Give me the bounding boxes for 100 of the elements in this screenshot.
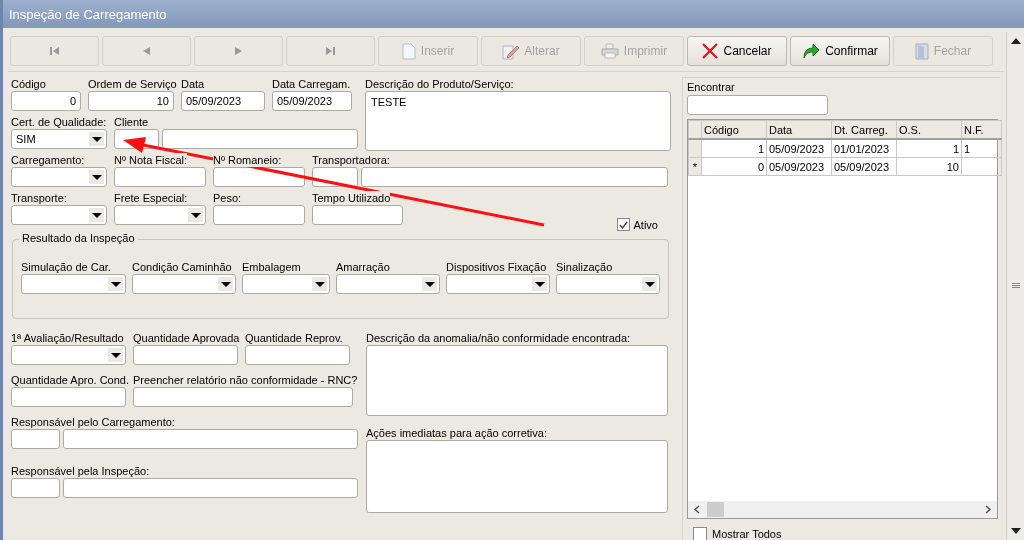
field-label: Transporte: — [11, 191, 67, 205]
input-field[interactable]: 05/09/2023 — [272, 91, 352, 111]
printer-icon — [600, 43, 619, 59]
toolbar-button[interactable]: Confirmar — [790, 36, 890, 66]
field-label: Embalagem — [242, 260, 301, 274]
dropdown[interactable] — [242, 274, 330, 294]
next-icon — [235, 47, 242, 55]
scroll-thumb[interactable] — [707, 502, 724, 517]
dropdown[interactable] — [336, 274, 440, 294]
first-record-icon — [50, 47, 59, 55]
field-label: Ordem de Serviço — [88, 77, 177, 91]
field-label: Sinalização — [556, 260, 613, 274]
field-label: Nº Nota Fiscal: — [114, 153, 188, 167]
document-icon — [401, 42, 416, 60]
dropdown[interactable] — [11, 167, 107, 187]
field-label: Ações imediatas para ação corretiva: — [366, 426, 547, 440]
column-header[interactable]: Dt. Carreg. — [831, 120, 897, 139]
input-field[interactable] — [63, 429, 358, 449]
previous-icon — [143, 47, 150, 55]
input-field[interactable] — [11, 387, 126, 407]
input-field[interactable]: 0 — [11, 91, 81, 111]
dropdown[interactable] — [556, 274, 660, 294]
scroll-right-icon[interactable] — [984, 505, 992, 514]
caret-icon — [89, 132, 104, 146]
caret-icon — [108, 277, 123, 291]
close-icon — [702, 43, 719, 59]
text-area[interactable] — [366, 345, 668, 416]
field-label: Transportadora: — [312, 153, 390, 167]
field-label: Quantidade Reprov. — [245, 331, 343, 345]
table-cell: 1 — [961, 139, 1002, 158]
input-field[interactable] — [312, 205, 403, 225]
column-header[interactable]: Data — [766, 120, 832, 139]
input-field[interactable] — [361, 167, 668, 187]
checkbox[interactable] — [693, 527, 707, 540]
door-icon — [914, 42, 929, 60]
scroll-down-icon[interactable] — [1010, 528, 1021, 534]
field-label: Preencher relatório não conformidade - RNC? — [133, 373, 358, 387]
text-area[interactable]: TESTE — [365, 91, 671, 151]
input-field[interactable] — [11, 478, 60, 498]
table-cell: 05/09/2023 — [831, 157, 897, 176]
input-field[interactable] — [162, 129, 358, 149]
scroll-up-icon[interactable] — [1010, 38, 1021, 44]
column-header[interactable]: Código — [701, 120, 767, 139]
input-field[interactable] — [133, 387, 353, 407]
column-header[interactable]: O.S. — [896, 120, 962, 139]
curved-arrow-icon — [802, 43, 821, 59]
table-cell: 01/01/2023 — [831, 139, 897, 158]
caret-icon — [312, 277, 327, 291]
field-label: Tempo Utilizado — [312, 191, 391, 205]
dropdown[interactable] — [132, 274, 236, 294]
caret-icon — [89, 170, 104, 184]
caret-icon — [108, 348, 123, 362]
checkbox-label: Mostrar Todos — [712, 528, 782, 540]
scroll-grip-icon[interactable] — [1011, 283, 1020, 289]
input-field[interactable] — [133, 345, 238, 365]
field-label: Dispositivos Fixação — [446, 260, 547, 274]
dropdown[interactable] — [21, 274, 126, 294]
dropdown[interactable] — [11, 205, 107, 225]
caret-icon — [532, 277, 547, 291]
input-field[interactable] — [213, 205, 305, 225]
field-label: Data — [181, 77, 205, 91]
dropdown[interactable] — [446, 274, 550, 294]
table-cell: 05/09/2023 — [766, 157, 832, 176]
pencil-icon — [502, 42, 520, 60]
field-label: Responsável pela Inspeção: — [11, 464, 150, 478]
field-label: Cert. de Qualidade: — [11, 115, 107, 129]
checkbox[interactable] — [616, 218, 630, 231]
field-label: Descrição da anomalia/não conformidade encontrada: — [366, 331, 631, 345]
table-cell: 1 — [896, 139, 962, 158]
input-field[interactable] — [245, 345, 350, 365]
input-field[interactable] — [114, 167, 206, 187]
input-field[interactable] — [213, 167, 305, 187]
field-label: 1ª Avaliação/Resultado — [11, 331, 124, 345]
caret-icon — [642, 277, 657, 291]
field-label: Quantidade Aprovada — [133, 331, 240, 345]
field-label: Data Carregam. — [272, 77, 351, 91]
column-header[interactable]: N.F. — [961, 120, 1002, 139]
caret-icon — [188, 208, 203, 222]
input-field[interactable] — [63, 478, 358, 498]
field-label: Quantidade Apro. Cond. — [11, 373, 130, 387]
input-field[interactable]: 05/09/2023 — [181, 91, 265, 111]
input-field[interactable]: 10 — [88, 91, 174, 111]
horizontal-scrollbar[interactable] — [688, 501, 997, 518]
input-field[interactable] — [11, 429, 60, 449]
vertical-scrollbar[interactable] — [1006, 32, 1024, 540]
field-label: Carregamento: — [11, 153, 85, 167]
field-label: Simulação de Car. — [21, 260, 111, 274]
field-label: Condição Caminhão — [132, 260, 232, 274]
scroll-left-icon[interactable] — [693, 505, 701, 514]
caret-icon — [422, 277, 437, 291]
field-label: Encontrar — [687, 80, 735, 94]
field-label: Responsável pelo Carregamento: — [11, 415, 175, 429]
search-field[interactable] — [687, 95, 828, 115]
dropdown[interactable] — [11, 345, 126, 365]
text-area[interactable] — [366, 440, 668, 513]
toolbar-button[interactable]: Cancelar — [687, 36, 787, 66]
table-cell: 1 — [701, 139, 767, 158]
dropdown[interactable] — [114, 205, 206, 225]
row-header — [688, 120, 702, 139]
dropdown[interactable]: SIM — [11, 129, 107, 149]
